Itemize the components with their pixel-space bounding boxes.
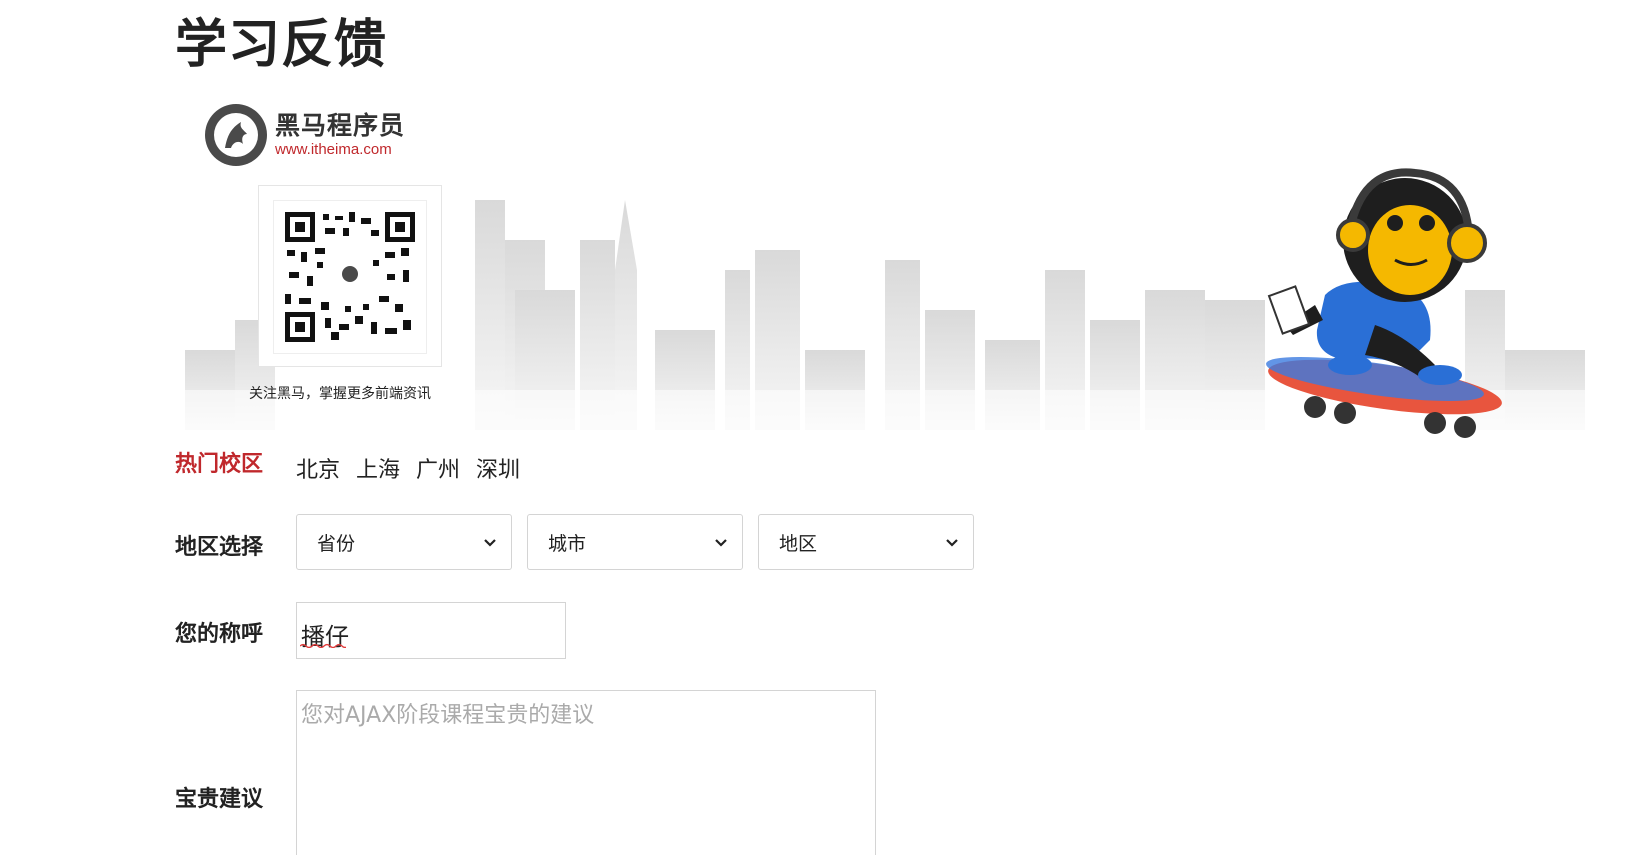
province-select-value: 省份 bbox=[317, 532, 356, 555]
logo-url[interactable]: www.itheima.com bbox=[275, 141, 405, 159]
mascot-illustration bbox=[1266, 168, 1502, 438]
name-label: 您的称呼 bbox=[175, 622, 264, 647]
chevron-down-icon bbox=[484, 539, 496, 547]
banner: 黑马程序员 www.itheima.com 关注黑马，掌握更多前端资讯 bbox=[185, 90, 1585, 438]
city-select[interactable]: 城市 bbox=[527, 514, 743, 570]
campus-item-shenzhen[interactable]: 深圳 bbox=[476, 452, 520, 484]
logo-name: 黑马程序员 bbox=[275, 111, 406, 140]
campus-item-shanghai[interactable]: 上海 bbox=[356, 452, 400, 484]
qr-code-icon bbox=[285, 212, 415, 342]
city-select-value: 城市 bbox=[548, 532, 587, 555]
campus-label: 热门校区 bbox=[175, 452, 264, 477]
chevron-down-icon bbox=[715, 539, 727, 547]
region-label: 地区选择 bbox=[175, 535, 264, 560]
campus-item-guangzhou[interactable]: 广州 bbox=[416, 452, 460, 484]
province-select[interactable]: 省份 bbox=[296, 514, 512, 570]
campus-list: 北京 上海 广州 深圳 bbox=[296, 452, 520, 484]
qr-code bbox=[258, 185, 442, 367]
campus-item-beijing[interactable]: 北京 bbox=[296, 452, 340, 484]
district-select-value: 地区 bbox=[779, 532, 818, 555]
qr-caption: 关注黑马，掌握更多前端资讯 bbox=[249, 386, 431, 402]
advice-textarea[interactable] bbox=[296, 690, 876, 855]
page-title: 学习反馈 bbox=[175, 15, 388, 75]
name-input[interactable] bbox=[296, 602, 566, 659]
district-select[interactable]: 地区 bbox=[758, 514, 974, 570]
itheima-logo-icon bbox=[205, 104, 267, 166]
advice-label: 宝贵建议 bbox=[175, 787, 264, 812]
chevron-down-icon bbox=[946, 539, 958, 547]
spellcheck-underline bbox=[300, 643, 346, 648]
itheima-logo[interactable]: 黑马程序员 www.itheima.com bbox=[205, 104, 405, 166]
feedback-page: 学习反馈 黑马程序员 www.itheima.com 关注黑马，掌握更多前端资讯… bbox=[0, 0, 1643, 855]
